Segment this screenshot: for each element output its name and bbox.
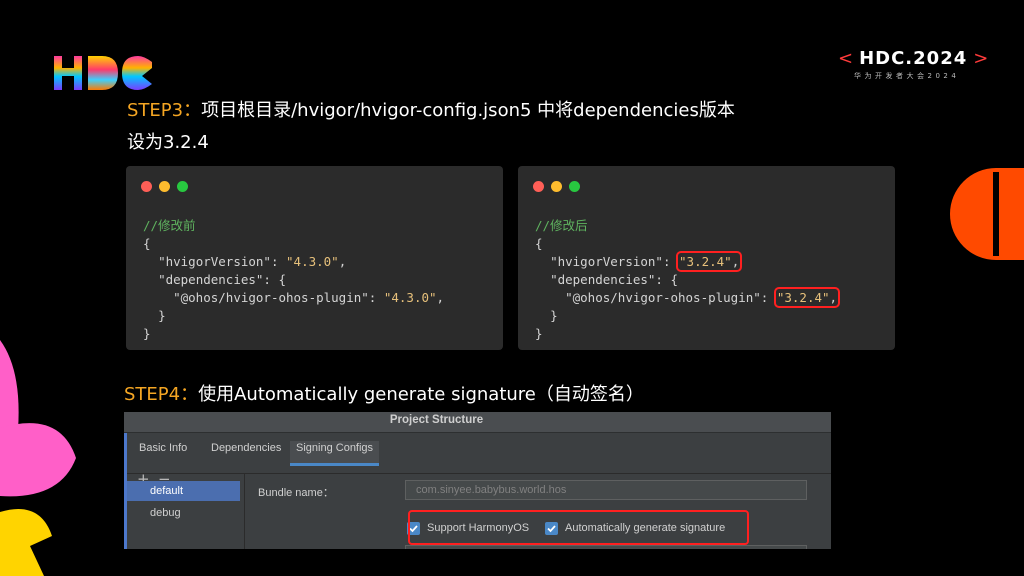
code-close-brace: } (143, 326, 151, 341)
decorative-shape-right (950, 168, 1024, 260)
code-key: "hvigorVersion" (550, 254, 663, 269)
hdc-logo (54, 56, 152, 90)
code-end: , (731, 254, 740, 269)
code-sep: : { (655, 272, 678, 287)
maximize-dot-icon (177, 181, 188, 192)
close-dot-icon (141, 181, 152, 192)
code-block-after: //修改后 { "hvigorVersion": "3.2.4", "depen… (535, 217, 841, 343)
code-open-brace: { (535, 236, 543, 251)
minimize-dot-icon (551, 181, 562, 192)
event-name: HDC.2024 (859, 48, 968, 69)
event-subtitle: 华为开发者大会2024 (854, 72, 960, 80)
code-panel-before: //修改前 { "hvigorVersion": "4.3.0", "depen… (126, 166, 503, 350)
code-sep: : (662, 254, 679, 269)
code-key: "dependencies" (550, 272, 656, 287)
window-controls (141, 181, 188, 192)
code-inner-close: } (158, 308, 166, 323)
code-panel-after: //修改后 { "hvigorVersion": "3.2.4", "depen… (518, 166, 895, 350)
step3-heading: STEP3：项目根目录/hvigor/hvigor-config.json5 中… (127, 96, 735, 126)
auto-signature-highlight (408, 510, 749, 545)
config-item-default[interactable]: default (127, 481, 240, 501)
code-value: "4.3.0" (383, 290, 437, 305)
maximize-dot-icon (569, 181, 580, 192)
tab-bar: Basic Info Dependencies Signing Configs (127, 433, 831, 474)
window-controls (533, 181, 580, 192)
code-sep: : (270, 254, 287, 269)
tab-signing-configs[interactable]: Signing Configs (290, 441, 380, 466)
code-sep: : (760, 290, 776, 305)
code-key: "@ohos/hvigor-ohos-plugin" (173, 290, 369, 305)
close-dot-icon (533, 181, 544, 192)
code-block-before: //修改前 { "hvigorVersion": "4.3.0", "depen… (143, 217, 444, 343)
step3-tag: STEP3： (127, 100, 202, 121)
bundle-name-input[interactable]: com.sinyee.babybus.world.hos (405, 480, 807, 500)
bracket-right: > (973, 48, 989, 69)
next-field-input[interactable] (405, 545, 807, 549)
code-end: , (338, 254, 347, 269)
step4-heading: STEP4：使用Automatically generate signature… (124, 380, 644, 410)
window-title: Project Structure (389, 414, 484, 426)
tab-basic-info[interactable]: Basic Info (133, 441, 193, 463)
code-sep: : (368, 290, 384, 305)
bundle-name-label: Bundle name： (258, 487, 334, 499)
step3-text: 项目根目录/hvigor/hvigor-config.json5 中将depen… (201, 100, 735, 121)
step3-heading-line2: 设为3.2.4 (127, 132, 209, 153)
code-value-highlighted: "3.2.4" (776, 290, 830, 305)
signing-config-list: + − default debug (127, 470, 245, 549)
code-close-brace: } (535, 326, 543, 341)
tab-dependencies[interactable]: Dependencies (205, 441, 287, 463)
config-item-debug[interactable]: debug (127, 503, 240, 523)
decorative-shape-left (0, 340, 76, 576)
code-value-highlighted: "3.2.4" (679, 254, 732, 269)
bracket-left: < (838, 48, 854, 69)
code-inner-close: } (550, 308, 558, 323)
code-comment: //修改后 (535, 218, 588, 233)
code-value: "4.3.0" (286, 254, 339, 269)
code-end: , (829, 290, 838, 305)
code-key: "@ohos/hvigor-ohos-plugin" (565, 290, 761, 305)
step4-text: 使用Automatically generate signature（自动签名） (198, 384, 644, 405)
code-open-brace: { (143, 236, 151, 251)
code-key: "dependencies" (158, 272, 264, 287)
code-sep: : { (263, 272, 286, 287)
code-key: "hvigorVersion" (158, 254, 271, 269)
event-brand: < HDC.2024 > 华为开发者大会2024 (838, 48, 988, 92)
code-end: , (436, 290, 445, 305)
minimize-dot-icon (159, 181, 170, 192)
code-comment: //修改前 (143, 218, 196, 233)
step4-tag: STEP4： (124, 384, 199, 405)
window-titlebar: Project Structure (124, 412, 831, 433)
